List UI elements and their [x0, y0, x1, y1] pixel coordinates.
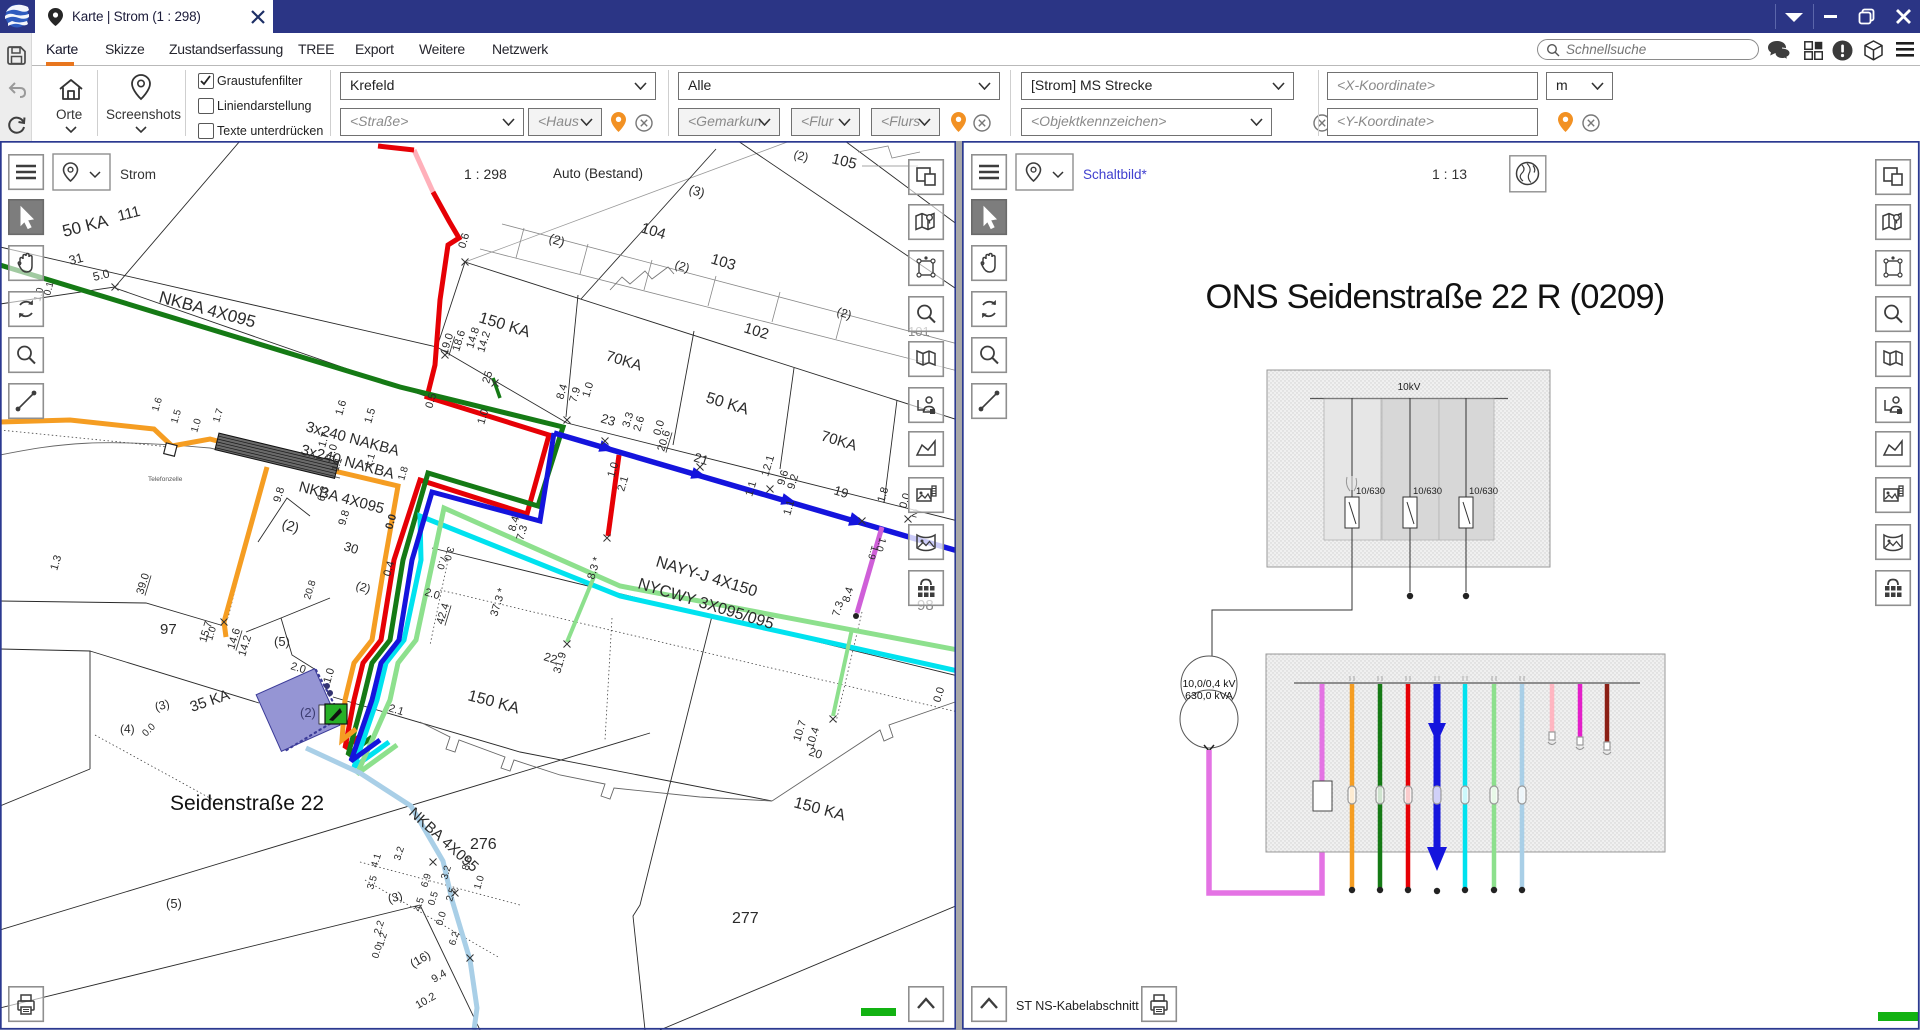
- svg-text:ST NS-Kabelabschnitt: ST NS-Kabelabschnitt: [1016, 999, 1139, 1013]
- svg-text:10,0/0,4 kV: 10,0/0,4 kV: [1182, 678, 1235, 690]
- svg-text:Seidenstraße 22: Seidenstraße 22: [170, 792, 324, 815]
- svg-text:10kV: 10kV: [1398, 382, 1421, 393]
- svg-text:Schaltbild*: Schaltbild*: [1083, 167, 1148, 182]
- svg-text:ONS Seidenstraße 22 R (0209): ONS Seidenstraße 22 R (0209): [1206, 278, 1665, 316]
- svg-text:10/630: 10/630: [1469, 486, 1498, 497]
- svg-text:1 : 13: 1 : 13: [1432, 166, 1467, 182]
- svg-text:Auto (Bestand): Auto (Bestand): [553, 166, 643, 181]
- svg-text:630,0 kVA: 630,0 kVA: [1185, 690, 1233, 702]
- svg-text:Strom: Strom: [120, 167, 156, 182]
- svg-text:(2): (2): [300, 705, 316, 720]
- svg-text:97: 97: [160, 621, 177, 638]
- svg-text:(4): (4): [120, 722, 135, 736]
- svg-text:(5): (5): [274, 634, 290, 649]
- svg-text:(5): (5): [166, 896, 182, 911]
- svg-text:10/630: 10/630: [1356, 486, 1385, 497]
- svg-text:276: 276: [470, 836, 497, 853]
- svg-text:10/630: 10/630: [1413, 486, 1442, 497]
- svg-text:Telefonzelle: Telefonzelle: [148, 476, 183, 483]
- svg-text:1 : 298: 1 : 298: [464, 166, 507, 182]
- svg-text:277: 277: [732, 910, 759, 927]
